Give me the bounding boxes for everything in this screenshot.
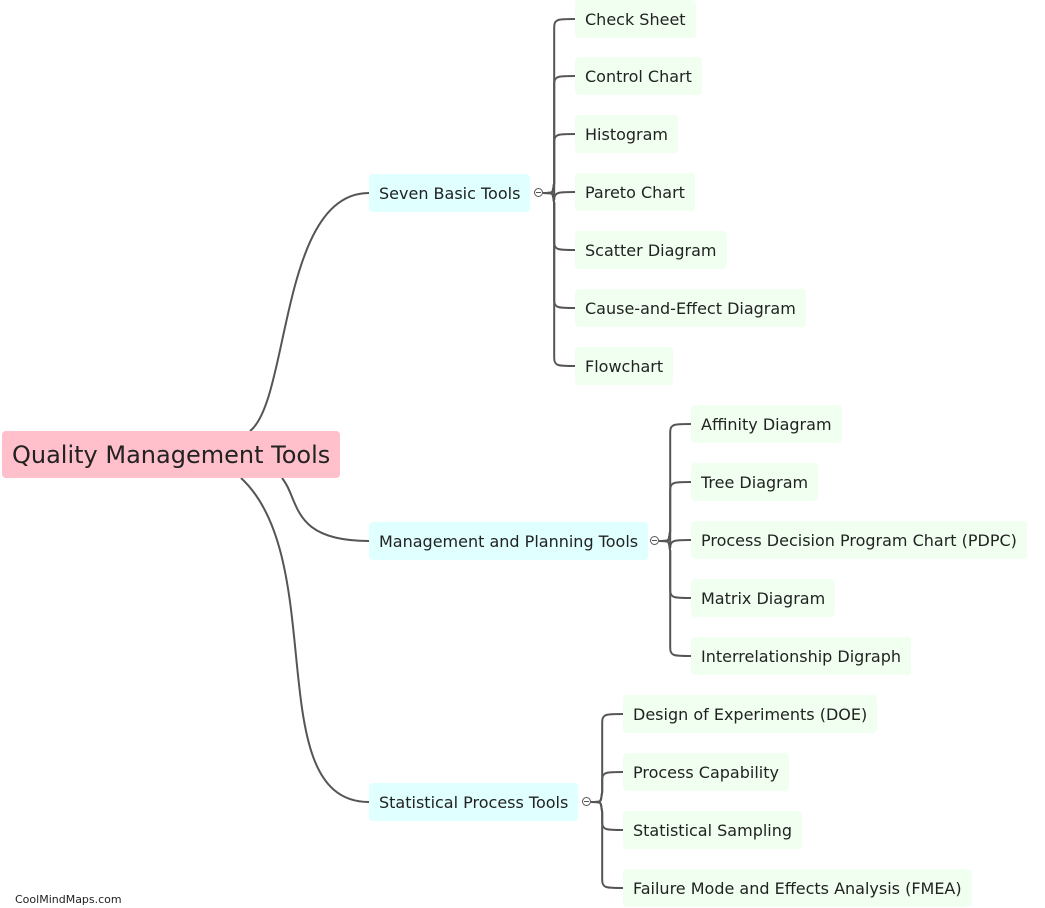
- seven-basic-tools-link: [542, 18, 576, 194]
- branch-node-management-and-planning-tools[interactable]: Management and Planning Tools: [369, 522, 649, 560]
- management-and-planning-tools-link: [658, 530, 692, 549]
- leaf-label: Control Chart: [585, 66, 692, 86]
- leaf-node[interactable]: Process Capability: [623, 753, 789, 791]
- root-link-seven-basic-tools: [249, 192, 370, 432]
- leaf-label: Failure Mode and Effects Analysis (FMEA): [633, 878, 962, 898]
- leaf-node[interactable]: Pareto Chart: [575, 173, 695, 211]
- management-and-planning-tools-link: [658, 540, 692, 599]
- leaf-label: Check Sheet: [585, 9, 686, 29]
- leaf-node[interactable]: Statistical Sampling: [623, 811, 803, 849]
- root-link-management-and-planning-tools: [281, 477, 370, 542]
- leaf-node[interactable]: Process Decision Program Chart (PDPC): [691, 521, 1027, 559]
- leaf-label: Histogram: [585, 124, 668, 144]
- leaf-node[interactable]: Scatter Diagram: [575, 231, 727, 269]
- leaf-label: Process Capability: [633, 762, 779, 782]
- management-and-planning-tools-link: [658, 481, 692, 542]
- seven-basic-tools-link: [542, 182, 576, 201]
- watermark: CoolMindMaps.com: [15, 893, 122, 906]
- leaf-label: Matrix Diagram: [701, 588, 826, 608]
- leaf-label: Statistical Sampling: [633, 820, 793, 840]
- leaf-label: Cause-and-Effect Diagram: [585, 298, 796, 318]
- leaf-node[interactable]: Flowchart: [575, 347, 674, 385]
- leaf-node[interactable]: Cause-and-Effect Diagram: [575, 289, 806, 327]
- leaf-node[interactable]: Design of Experiments (DOE): [623, 695, 878, 733]
- seven-basic-tools-link: [542, 133, 576, 194]
- leaf-node[interactable]: Interrelationship Digraph: [691, 637, 912, 675]
- branch-label: Management and Planning Tools: [379, 531, 639, 551]
- root-link-statistical-process-tools: [240, 477, 370, 803]
- branch-node-statistical-process-tools[interactable]: Statistical Process Tools: [369, 783, 579, 821]
- statistical-process-tools-link: [590, 801, 624, 831]
- leaf-label: Flowchart: [585, 356, 664, 376]
- seven-basic-tools-link: [542, 192, 576, 367]
- seven-basic-tools-link: [542, 192, 576, 251]
- leaf-node[interactable]: Matrix Diagram: [691, 579, 836, 617]
- leaf-node[interactable]: Affinity Diagram: [691, 405, 842, 443]
- branch-label: Seven Basic Tools: [379, 183, 521, 203]
- root-label: Quality Management Tools: [12, 440, 331, 469]
- leaf-label: Pareto Chart: [585, 182, 685, 202]
- leaf-node[interactable]: Check Sheet: [575, 0, 696, 38]
- statistical-process-tools-link: [590, 801, 624, 889]
- branch-node-seven-basic-tools[interactable]: Seven Basic Tools: [369, 174, 531, 212]
- branch-label: Statistical Process Tools: [379, 792, 569, 812]
- leaf-label: Scatter Diagram: [585, 240, 717, 260]
- leaf-label: Design of Experiments (DOE): [633, 704, 868, 724]
- root-node[interactable]: Quality Management Tools: [2, 431, 341, 478]
- leaf-node[interactable]: Failure Mode and Effects Analysis (FMEA): [623, 869, 972, 907]
- collapse-minus-icon[interactable]: [650, 536, 659, 545]
- leaf-node[interactable]: Control Chart: [575, 57, 702, 95]
- statistical-process-tools-link: [590, 771, 624, 803]
- statistical-process-tools-link: [590, 713, 624, 803]
- leaf-label: Process Decision Program Chart (PDPC): [701, 530, 1017, 550]
- collapse-minus-icon[interactable]: [534, 188, 543, 197]
- leaf-label: Affinity Diagram: [701, 414, 832, 434]
- leaf-label: Tree Diagram: [701, 472, 809, 492]
- collapse-minus-icon[interactable]: [582, 797, 591, 806]
- leaf-node[interactable]: Histogram: [575, 115, 678, 153]
- leaf-node[interactable]: Tree Diagram: [691, 463, 819, 501]
- leaf-label: Interrelationship Digraph: [701, 646, 902, 666]
